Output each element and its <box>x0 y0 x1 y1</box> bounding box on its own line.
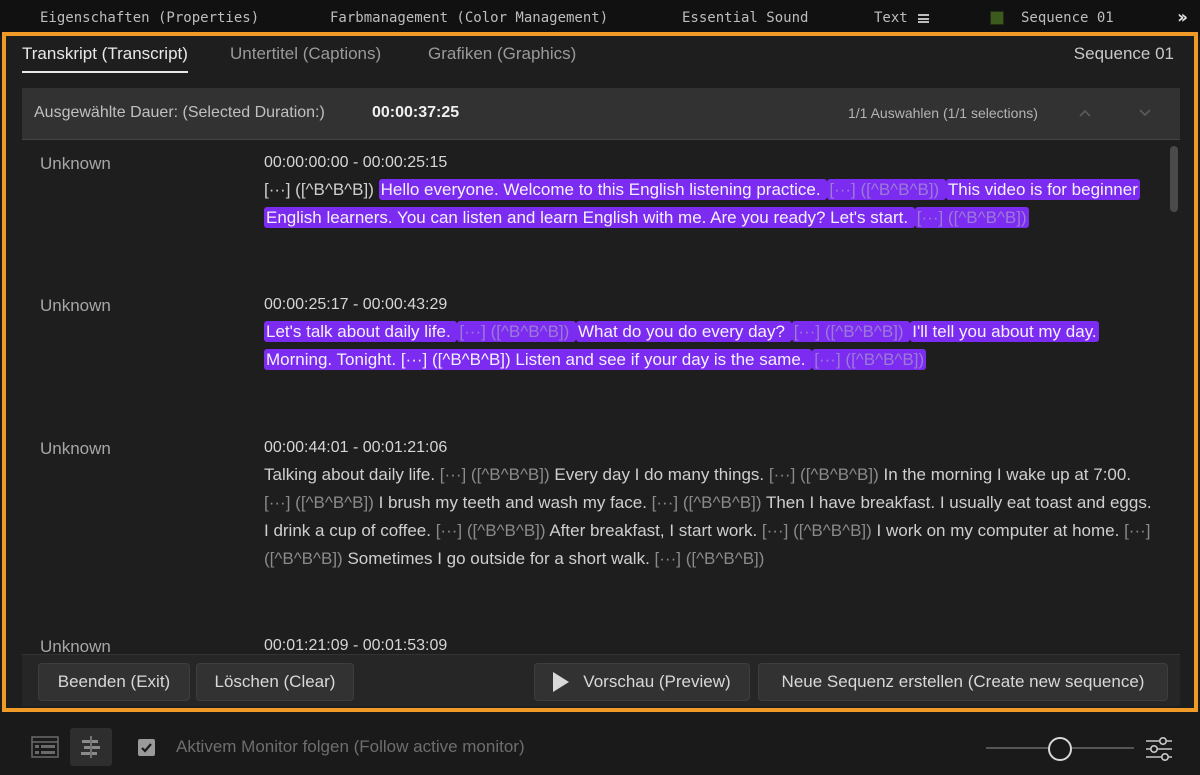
segment-text[interactable]: [···] ([^B^B^B]) Hello everyone. Welcome… <box>264 176 1156 232</box>
transcript-words[interactable]: Talking about daily life. <box>264 465 440 484</box>
transcript-words[interactable]: Hello everyone. Welcome to this English … <box>378 179 828 200</box>
workspace-tab-properties[interactable]: Eigenschaften (Properties) <box>40 10 259 26</box>
pause-marker[interactable]: [···] ([^B^B^B]) <box>652 493 766 512</box>
pause-marker[interactable]: [···] ([^B^B^B]) <box>440 465 555 484</box>
clear-button[interactable]: Löschen (Clear) <box>196 663 354 701</box>
create-new-sequence-button[interactable]: Neue Sequenz erstellen (Create new seque… <box>758 663 1168 701</box>
preview-button[interactable]: Vorschau (Preview) <box>534 663 750 701</box>
text-panel: Transkript (Transcript) Untertitel (Capt… <box>2 32 1198 712</box>
transcript-words[interactable]: After breakfast, I start work. <box>549 521 762 540</box>
transcript-words[interactable]: [···] ([^B^B^B]) <box>264 180 379 199</box>
workspace-tab-text-label: Text <box>874 10 908 26</box>
settings-sliders-icon[interactable] <box>1144 735 1174 763</box>
pause-marker[interactable]: [···] ([^B^B^B]) <box>655 549 765 568</box>
next-selection-chevron-down-icon[interactable] <box>1138 106 1152 120</box>
tab-captions[interactable]: Untertitel (Captions) <box>230 44 381 64</box>
transcript-words[interactable]: I work on my computer at home. <box>877 521 1125 540</box>
segment-text[interactable]: Let's talk about daily life. [···] ([^B^… <box>264 318 1156 374</box>
alignment-view-icon[interactable] <box>70 728 112 766</box>
segment-timecode: 00:01:21:09 - 00:01:53:09 <box>264 637 448 654</box>
transcript-view-icon[interactable] <box>24 728 66 766</box>
segment-timecode: 00:00:00:00 - 00:00:25:15 <box>264 154 448 171</box>
speaker-label[interactable]: Unknown <box>40 637 111 654</box>
segment-timecode: 00:00:25:17 - 00:00:43:29 <box>264 296 448 313</box>
transcript-words[interactable]: What do you do every day? <box>576 321 792 342</box>
pause-marker[interactable]: [···] ([^B^B^B]) <box>436 521 550 540</box>
pause-marker[interactable]: [···] ([^B^B^B]) <box>914 207 1029 228</box>
transcript-words[interactable]: I brush my teeth and wash my face. <box>379 493 652 512</box>
workspace-tab-color-management[interactable]: Farbmanagement (Color Management) <box>330 10 608 26</box>
pause-marker[interactable]: [···] ([^B^B^B]) <box>769 465 884 484</box>
workspace-tab-bar: Eigenschaften (Properties) Farbmanagemen… <box>0 0 1200 36</box>
transcript-words[interactable]: Every day I do many things. <box>554 465 769 484</box>
sequence-name: Sequence 01 <box>1073 44 1174 63</box>
preview-button-label: Vorschau (Preview) <box>583 672 731 691</box>
panel-menu-icon[interactable] <box>917 13 929 23</box>
action-bar: Beenden (Exit) Löschen (Clear) Vorschau … <box>22 654 1180 706</box>
pause-marker[interactable]: [···] ([^B^B^B]) <box>812 349 927 370</box>
transcript-words[interactable]: In the morning I wake up at 7:00. <box>883 465 1131 484</box>
speaker-label[interactable]: Unknown <box>40 296 111 316</box>
workspace-tab-essential-sound[interactable]: Essential Sound <box>682 10 808 26</box>
follow-monitor-checkbox[interactable] <box>138 739 155 756</box>
segment-text[interactable]: Talking about daily life. [···] ([^B^B^B… <box>264 461 1156 573</box>
zoom-slider-knob[interactable] <box>1048 737 1072 761</box>
pause-marker[interactable]: [···] ([^B^B^B]) <box>264 493 379 512</box>
pause-marker[interactable]: [···] ([^B^B^B]) <box>827 179 946 200</box>
transcript-words[interactable]: Sometimes I go outside for a short walk. <box>347 549 654 568</box>
speaker-label[interactable]: Unknown <box>40 439 111 459</box>
pause-marker[interactable]: [···] ([^B^B^B]) <box>791 321 911 342</box>
panel-tabs: Transkript (Transcript) Untertitel (Capt… <box>6 36 1194 76</box>
transcript-words[interactable]: Let's talk about daily life. <box>264 321 458 342</box>
tab-transcript[interactable]: Transkript (Transcript) <box>22 44 188 73</box>
more-panels-chevron-icon[interactable]: ›› <box>1177 7 1188 28</box>
selection-count: 1/1 Auswahlen (1/1 selections) <box>848 105 1038 121</box>
tab-graphics[interactable]: Grafiken (Graphics) <box>428 44 576 64</box>
exit-button[interactable]: Beenden (Exit) <box>38 663 190 701</box>
sequence-color-icon <box>990 11 1004 29</box>
play-icon <box>553 672 570 692</box>
workspace-tab-sequence[interactable]: Sequence 01 <box>1021 10 1114 26</box>
follow-monitor-label: Aktivem Monitor folgen (Follow active mo… <box>176 737 525 756</box>
selection-bar: Ausgewählte Dauer: (Selected Duration:) … <box>22 88 1180 140</box>
speaker-label[interactable]: Unknown <box>40 154 111 174</box>
workspace-tab-text[interactable]: Text <box>874 10 929 26</box>
panel-footer: Aktivem Monitor folgen (Follow active mo… <box>0 716 1200 775</box>
previous-selection-chevron-up-icon[interactable] <box>1078 106 1092 120</box>
scrollbar[interactable] <box>1170 146 1178 212</box>
pause-marker[interactable]: [···] ([^B^B^B]) <box>457 321 577 342</box>
selected-duration-label: Ausgewählte Dauer: (Selected Duration:) <box>34 104 325 121</box>
segment-timecode: 00:00:44:01 - 00:01:21:06 <box>264 439 448 456</box>
pause-marker[interactable]: [···] ([^B^B^B]) <box>762 521 877 540</box>
transcript-list[interactable]: Unknown 00:00:00:00 - 00:00:25:15 [···] … <box>22 140 1180 654</box>
selected-duration-value: 00:00:37:25 <box>372 104 460 121</box>
